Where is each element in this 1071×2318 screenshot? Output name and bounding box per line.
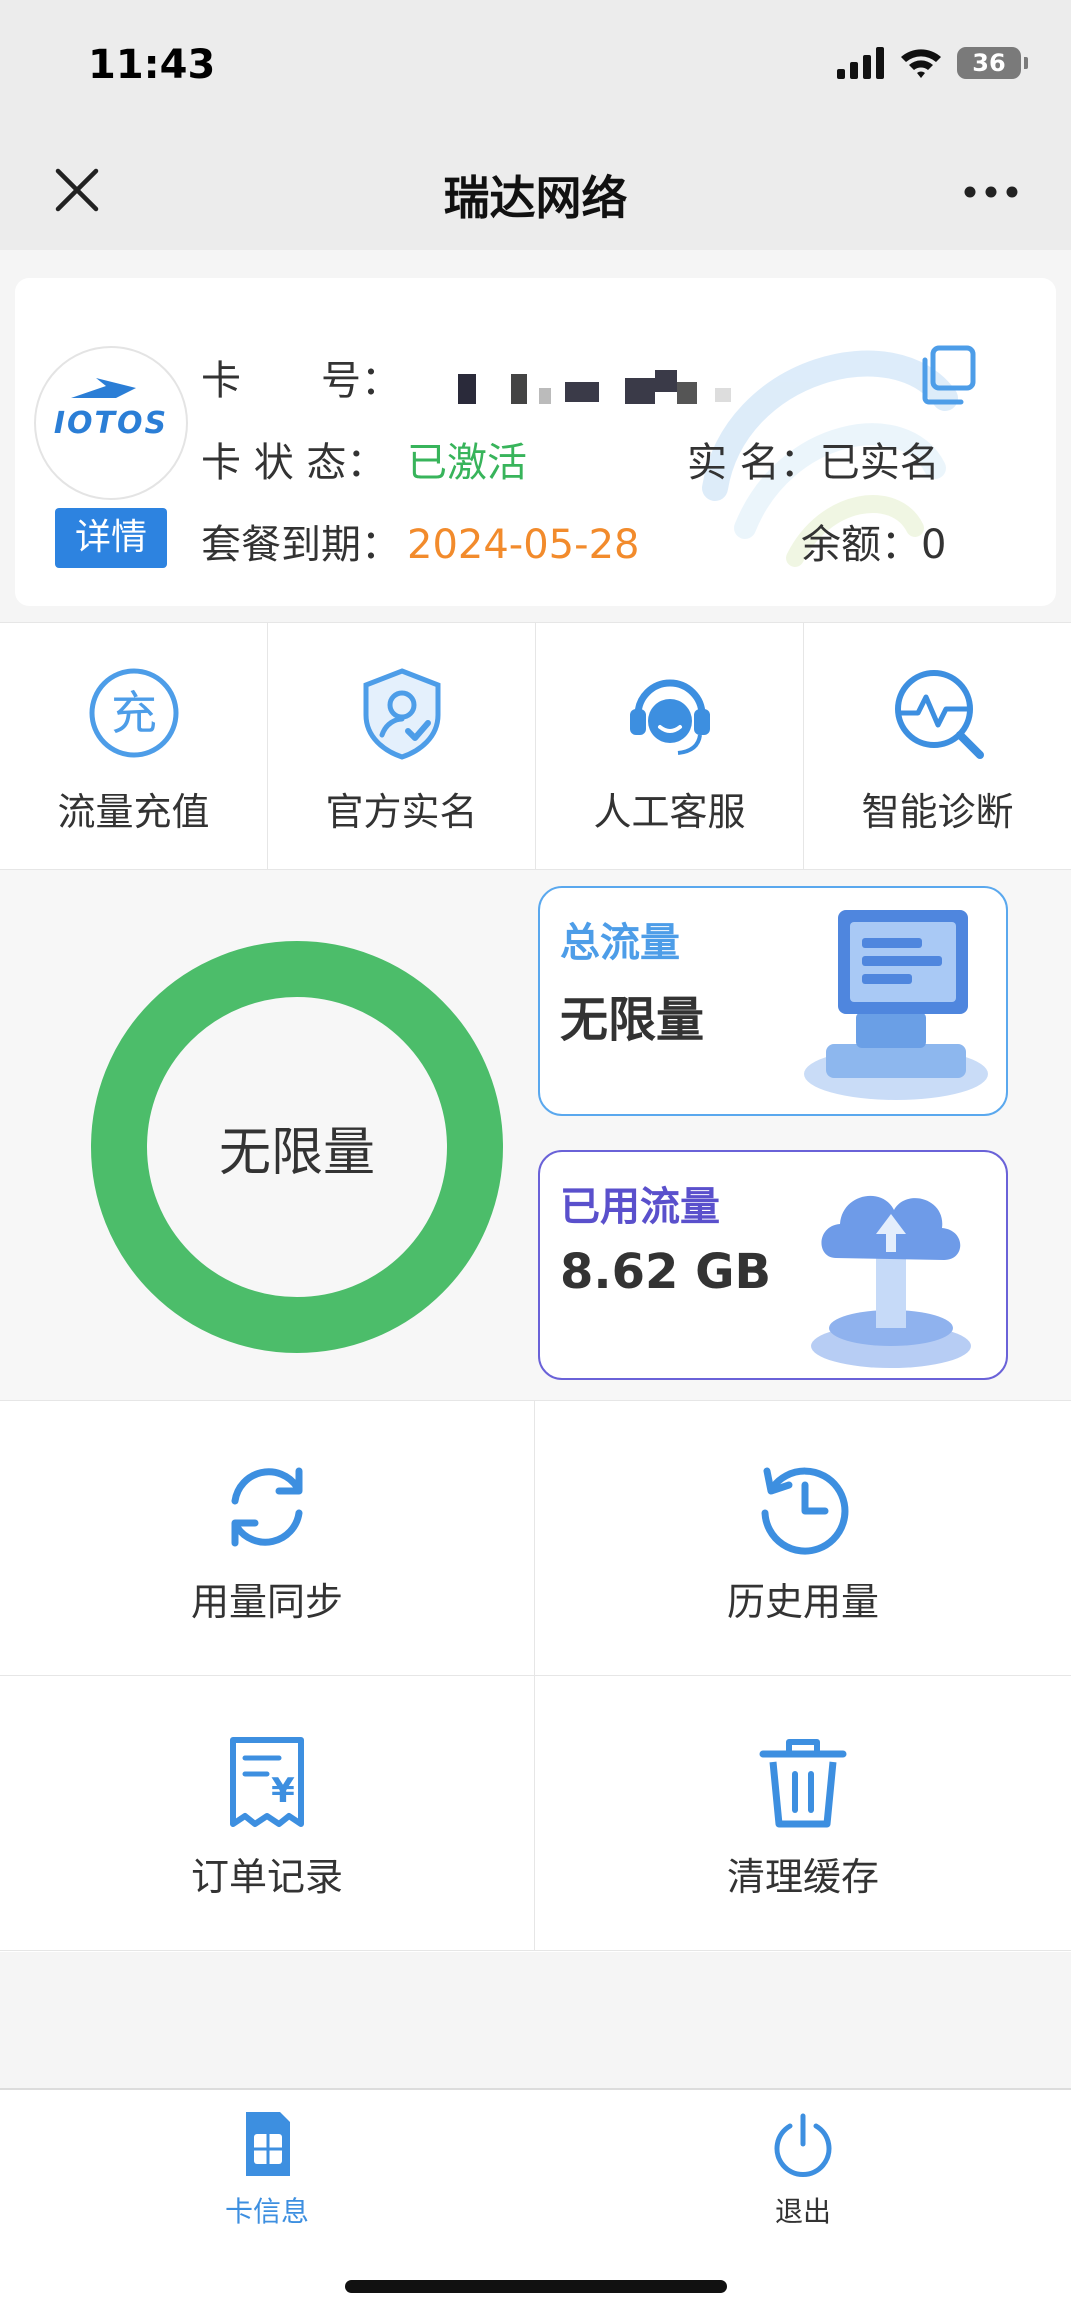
cloud-illustration-icon [811, 1195, 971, 1368]
card-number-row: 卡 号： [201, 348, 407, 406]
card-status-row: 卡 状 态： 已激活 [201, 430, 527, 488]
shortcut-label: 官方实名 [325, 790, 478, 834]
copy-icon[interactable] [915, 344, 979, 408]
battery-icon: 36 [957, 47, 1028, 79]
card-status-value: 已激活 [407, 440, 527, 486]
realname-value: 已实名 [819, 440, 940, 486]
action-label: 订单记录 [190, 1855, 343, 1899]
card-info-panel: IOTOS 详情 卡 号： 卡 状 态： 已激活 实 名：已实名 套餐到期： 2… [15, 278, 1056, 606]
nav-bar: 瑞达网络 [0, 130, 1071, 250]
more-icon[interactable] [963, 185, 1019, 199]
tab-card-info[interactable]: 卡信息 [167, 2110, 367, 2228]
operator-logo: IOTOS [34, 346, 188, 500]
shortcut-diagnose[interactable]: 智能诊断 [804, 623, 1071, 869]
shortcut-realname[interactable]: 官方实名 [268, 623, 536, 869]
trash-icon [759, 1739, 847, 1828]
action-label: 用量同步 [190, 1580, 343, 1624]
tab-label: 卡信息 [224, 2195, 309, 2228]
total-traffic-title: 总流量 [560, 920, 680, 966]
card-number-label: 卡 号： [201, 358, 401, 404]
status-bar: 11:43 36 [0, 0, 1071, 130]
action-label: 清理缓存 [726, 1855, 879, 1899]
realname-row: 实 名：已实名 [687, 430, 940, 488]
balance-label: 余额： [801, 522, 921, 568]
ring-center-text: 无限量 [218, 1123, 375, 1183]
svg-text:¥: ¥ [271, 1771, 295, 1811]
sim-card-icon [246, 2112, 290, 2176]
card-status-label: 卡 状 态： [201, 440, 387, 486]
shortcut-recharge[interactable]: 充 流量充值 [0, 623, 268, 869]
order-receipt-icon: ¥ [230, 1737, 304, 1827]
action-sync[interactable]: 用量同步 [0, 1401, 534, 1676]
action-clear-cache[interactable]: 清理缓存 [534, 1676, 1071, 1951]
shortcut-label: 流量充值 [57, 790, 210, 834]
shortcut-grid: 充 流量充值 官方实名 人工客服 智能诊断 [0, 622, 1071, 870]
shortcut-label: 智能诊断 [861, 790, 1014, 834]
history-icon [761, 1467, 849, 1555]
realname-label: 实 名： [687, 440, 820, 486]
action-label: 历史用量 [726, 1580, 879, 1624]
server-illustration-icon [804, 910, 988, 1100]
home-indicator [345, 2280, 727, 2293]
action-grid: 用量同步 历史用量 ¥ 订单记录 清理缓存 [0, 1400, 1071, 1952]
expire-label: 套餐到期： [201, 522, 401, 568]
wifi-icon [901, 49, 941, 78]
sync-icon [231, 1467, 303, 1547]
diagnose-icon [894, 670, 984, 759]
page-title: 瑞达网络 [443, 171, 628, 225]
tab-label: 退出 [774, 2195, 831, 2228]
used-traffic-value: 8.62 GB [560, 1244, 772, 1300]
logo-text: IOTOS [53, 406, 169, 441]
action-history[interactable]: 历史用量 [534, 1401, 1071, 1676]
traffic-panel: 无限量 总流量 无限量 已用流量 8.62 GB [0, 870, 1071, 1400]
status-icons: 36 [837, 46, 1028, 80]
detail-button[interactable]: 详情 [55, 508, 167, 568]
used-traffic-card: 已用流量 8.62 GB [538, 1150, 1008, 1380]
page: 11:43 36 瑞达网络 IOTOS 详情 卡 号： 卡 状 态： 已激活 实… [0, 0, 1071, 2318]
expire-value: 2024-05-28 [407, 522, 640, 568]
used-traffic-title: 已用流量 [560, 1184, 720, 1230]
shield-user-icon [363, 668, 440, 760]
customer-service-icon [629, 679, 710, 755]
action-orders[interactable]: ¥ 订单记录 [0, 1676, 534, 1951]
signal-icon [837, 47, 884, 79]
shortcut-label: 人工客服 [593, 790, 746, 834]
tab-logout[interactable]: 退出 [703, 2110, 903, 2228]
balance-value: 0 [921, 522, 947, 568]
expire-row: 套餐到期： 2024-05-28 [201, 512, 639, 570]
balance-row: 余额：0 [801, 512, 946, 570]
recharge-icon: 充 [89, 668, 178, 758]
status-time: 11:43 [88, 42, 216, 88]
power-icon [774, 2113, 832, 2177]
total-traffic-value: 无限量 [560, 992, 705, 1048]
shortcut-customer-service[interactable]: 人工客服 [536, 623, 804, 869]
total-traffic-card: 总流量 无限量 [538, 886, 1008, 1116]
svg-text:充: 充 [111, 686, 157, 740]
